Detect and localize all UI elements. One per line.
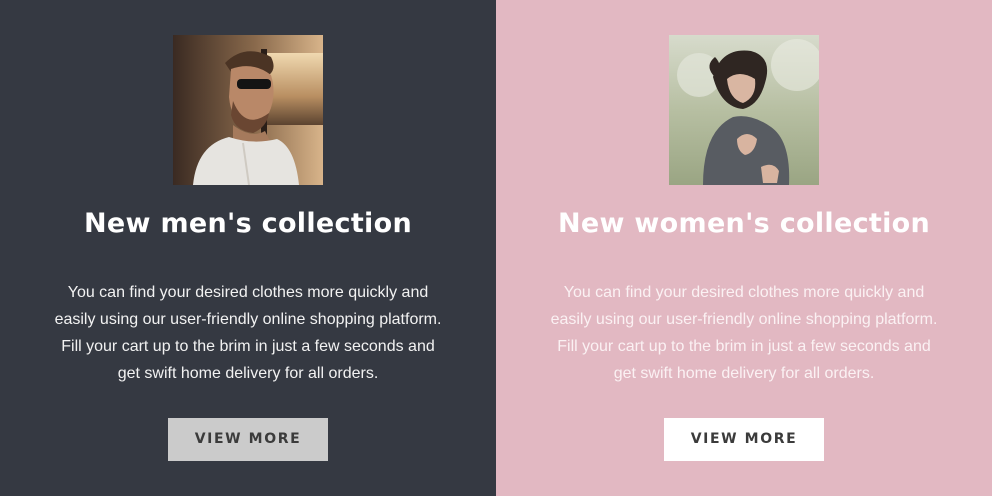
men-collection-panel: New men's collection You can find your d… bbox=[0, 0, 496, 496]
women-collection-title: New women's collection bbox=[557, 208, 931, 239]
women-collection-description: You can find your desired clothes more q… bbox=[550, 284, 938, 382]
men-collection-photo bbox=[173, 35, 323, 185]
man-driving-image bbox=[173, 35, 323, 185]
woman-field-image bbox=[669, 35, 819, 185]
women-collection-panel: New women's collection You can find your… bbox=[496, 0, 992, 496]
women-collection-photo bbox=[669, 35, 819, 185]
men-view-more-button[interactable]: VIEW MORE bbox=[168, 418, 328, 461]
men-collection-description: You can find your desired clothes more q… bbox=[54, 284, 442, 382]
women-view-more-button[interactable]: VIEW MORE bbox=[664, 418, 824, 461]
men-collection-title: New men's collection bbox=[84, 208, 412, 239]
collections-section: New men's collection You can find your d… bbox=[0, 0, 992, 496]
